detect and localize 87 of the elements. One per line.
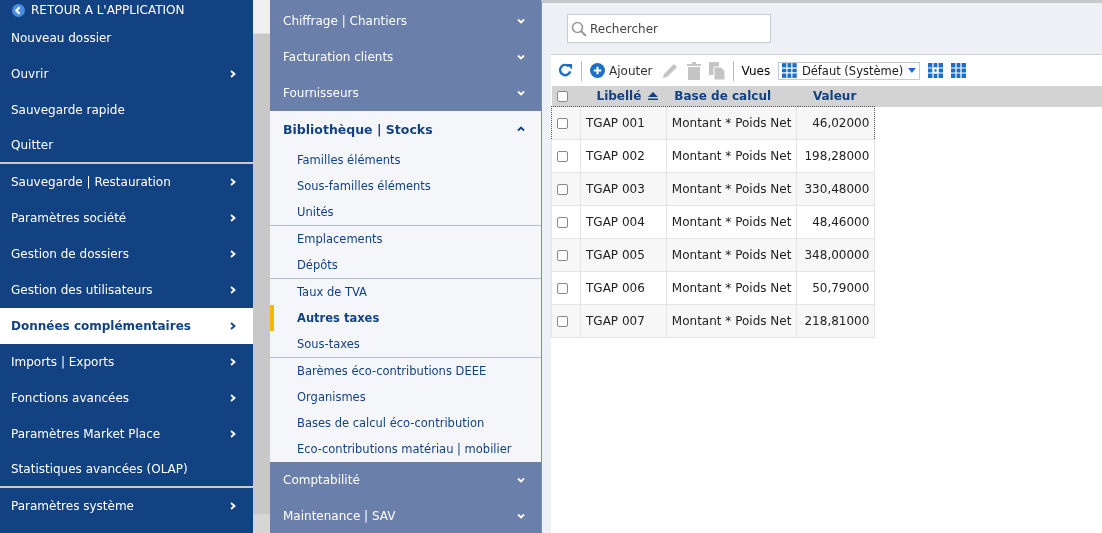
sidebar-item[interactable]: Paramètres Market Place xyxy=(0,416,253,452)
grid-settings-icon[interactable] xyxy=(928,63,944,78)
table-cell: Montant * Poids Net xyxy=(666,172,797,206)
table-cell: 348,00000 xyxy=(796,238,875,272)
chevron-icon xyxy=(229,322,237,330)
sidebar-item[interactable]: Nouveau dossier xyxy=(0,20,253,56)
sidebar-item[interactable]: Données complémentaires xyxy=(0,308,253,344)
menu-item[interactable]: Organismes xyxy=(270,384,541,410)
sidebar-item[interactable]: Paramètres système xyxy=(0,488,253,524)
chevron-icon xyxy=(229,250,237,258)
menu-item[interactable]: Familles éléments xyxy=(270,147,541,173)
menu-item[interactable]: Barèmes éco-contributions DEEE xyxy=(270,358,541,384)
table-cell: Montant * Poids Net xyxy=(666,271,797,305)
table-cell: 46,02000 xyxy=(796,106,875,140)
table-cell: Montant * Poids Net xyxy=(666,238,797,272)
row-checkbox[interactable] xyxy=(557,118,568,129)
menu-section-header[interactable]: Bibliothèque | Stocks xyxy=(270,111,541,147)
chevron-icon xyxy=(229,70,237,78)
menu-item[interactable]: Sous-familles éléments xyxy=(270,173,541,199)
table-cell: Montant * Poids Net xyxy=(666,139,797,173)
table-cell: TGAP 002 xyxy=(580,139,667,173)
refresh-icon[interactable] xyxy=(558,63,573,78)
row-checkbox[interactable] xyxy=(557,151,568,162)
chevron-icon xyxy=(229,178,237,186)
chevron-icon xyxy=(229,502,237,510)
menu-item[interactable]: Taux de TVA xyxy=(270,279,541,305)
table-cell: TGAP 006 xyxy=(580,271,667,305)
table-cell: TGAP 001 xyxy=(580,106,667,140)
row-checkbox[interactable] xyxy=(557,283,568,294)
table-cell: TGAP 003 xyxy=(580,172,667,206)
chevron-icon xyxy=(229,286,237,294)
back-link[interactable]: RETOUR A L'APPLICATION xyxy=(0,0,253,20)
row-checkbox[interactable] xyxy=(557,250,568,261)
search-icon xyxy=(571,21,587,37)
table-cell: 198,28000 xyxy=(796,139,875,173)
sidebar-item[interactable]: Sauvegarde | Restauration xyxy=(0,164,253,200)
chevron-icon xyxy=(229,430,237,438)
table-cell: TGAP 005 xyxy=(580,238,667,272)
chevron-icon xyxy=(229,358,237,366)
table-cell: 218,81000 xyxy=(796,304,875,338)
menu-section-header[interactable]: Facturation clients xyxy=(270,39,541,75)
chevron-icon xyxy=(229,394,237,402)
row-checkbox[interactable] xyxy=(557,184,568,195)
sidebar-item[interactable]: Paramètres société xyxy=(0,200,253,236)
menu-section-header[interactable]: Fournisseurs xyxy=(270,75,541,111)
menu-section-header[interactable]: Chiffrage | Chantiers xyxy=(270,3,541,39)
chevron-icon xyxy=(229,214,237,222)
menu-section-header[interactable]: Maintenance | SAV xyxy=(270,498,541,533)
chevron-icon xyxy=(517,512,525,520)
row-checkbox[interactable] xyxy=(557,217,568,228)
sidebar-item[interactable]: Ouvrir xyxy=(0,56,253,92)
row-checkbox[interactable] xyxy=(557,316,568,327)
table-cell: Montant * Poids Net xyxy=(666,304,797,338)
search-field[interactable]: Rechercher xyxy=(567,14,771,43)
chevron-icon xyxy=(517,53,525,61)
dropdown-caret-icon xyxy=(908,68,917,73)
table-cell: TGAP 004 xyxy=(580,205,667,239)
grid-columns-icon[interactable] xyxy=(951,63,967,78)
table-cell: TGAP 007 xyxy=(580,304,667,338)
table-cell: Montant * Poids Net xyxy=(666,205,797,239)
table-cell: 50,79000 xyxy=(796,271,875,305)
sidebar-item[interactable]: Gestion des utilisateurs xyxy=(0,272,253,308)
chevron-icon xyxy=(517,476,525,484)
chevron-icon xyxy=(517,17,525,25)
sidebar-item[interactable]: Imports | Exports xyxy=(0,344,253,380)
sidebar-item[interactable]: Sauvegarde rapide xyxy=(0,92,253,128)
back-icon xyxy=(12,3,25,17)
menu-item[interactable]: Bases de calcul éco-contribution xyxy=(270,410,541,436)
select-all-checkbox[interactable] xyxy=(556,91,568,102)
menu-item[interactable]: Dépôts xyxy=(270,252,541,278)
views-dropdown[interactable]: Défaut (Système) xyxy=(778,61,921,80)
menu-item[interactable]: Eco-contributions matériau | mobilier xyxy=(270,436,541,462)
menu-section-header[interactable]: Comptabilité xyxy=(270,462,541,498)
sidebar-item[interactable]: Fonctions avancées xyxy=(0,380,253,416)
table-cell: Montant * Poids Net xyxy=(666,106,797,140)
menu-item[interactable]: Emplacements xyxy=(270,226,541,252)
sidebar-item[interactable]: Gestion de dossiers xyxy=(0,236,253,272)
grid-icon[interactable] xyxy=(782,63,797,78)
views-label: Vues xyxy=(741,63,771,78)
chevron-icon xyxy=(517,89,525,97)
chevron-icon xyxy=(517,125,525,133)
menu-item[interactable]: Unités xyxy=(270,199,541,225)
table-cell: 330,48000 xyxy=(796,172,875,206)
add-button[interactable]: Ajouter xyxy=(590,63,653,78)
add-icon xyxy=(590,63,605,78)
menu-item[interactable]: Sous-taxes xyxy=(270,331,541,357)
table-cell: 48,46000 xyxy=(796,205,875,239)
